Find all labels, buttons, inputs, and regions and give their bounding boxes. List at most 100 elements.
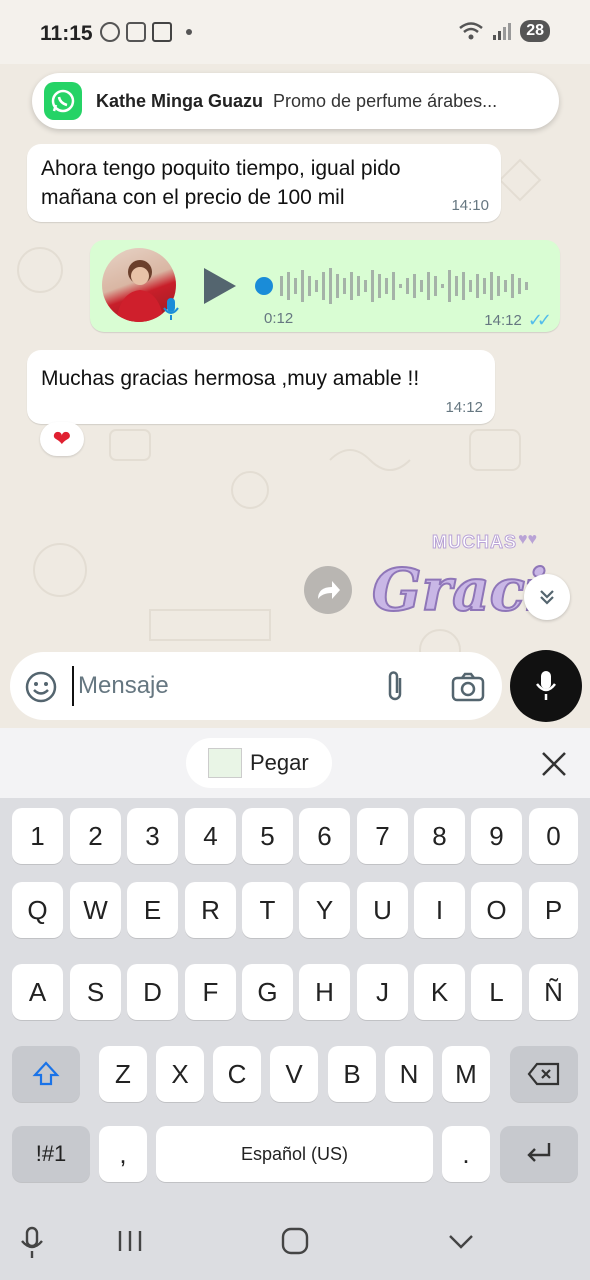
key-6[interactable]: 6	[299, 808, 350, 864]
paste-label: Pegar	[250, 750, 309, 775]
key-g[interactable]: G	[242, 964, 293, 1020]
status-time: 11:15	[40, 22, 93, 45]
key-z[interactable]: Z	[99, 1046, 147, 1102]
key-l[interactable]: L	[471, 964, 522, 1020]
voice-waveform[interactable]	[254, 266, 544, 306]
key-t[interactable]: T	[242, 882, 293, 938]
key-o[interactable]: O	[471, 882, 522, 938]
message-bubble-incoming[interactable]: Ahora tengo poquito tiempo, igual pido m…	[27, 144, 501, 222]
shift-key[interactable]	[12, 1046, 80, 1102]
close-icon[interactable]	[538, 748, 570, 780]
key-3[interactable]: 3	[127, 808, 178, 864]
key-k[interactable]: K	[414, 964, 465, 1020]
sticker-emoji-icon[interactable]	[24, 670, 58, 704]
paste-button[interactable]: Pegar	[186, 738, 332, 788]
key-r[interactable]: R	[185, 882, 236, 938]
message-timestamp: 14:12	[484, 312, 522, 329]
voice-record-button[interactable]	[510, 650, 582, 722]
message-text: Muchas gracias hermosa ,muy amable !!	[41, 367, 420, 390]
shift-arrow-icon	[32, 1061, 60, 1086]
notification-banner[interactable]: Kathe Minga Guazu Promo de perfume árabe…	[32, 73, 559, 129]
double-chevron-down-icon	[540, 590, 554, 605]
key-u[interactable]: U	[357, 882, 408, 938]
notification-sender: Kathe Minga Guazu	[96, 90, 264, 111]
message-input[interactable]	[72, 666, 362, 706]
mic-badge-icon	[163, 298, 179, 320]
message-timestamp: 14:10	[451, 197, 489, 214]
key-y[interactable]: Y	[299, 882, 350, 938]
key-d[interactable]: D	[127, 964, 178, 1020]
microphone-icon	[536, 671, 556, 700]
camera-icon[interactable]	[450, 670, 486, 704]
message-timestamp: 14:12	[445, 399, 483, 416]
sticker-text-line1: MUCHAS	[432, 532, 517, 552]
system-nav-bar	[0, 1198, 590, 1280]
key-c[interactable]: C	[213, 1046, 261, 1102]
forward-button[interactable]	[304, 566, 352, 614]
forward-arrow-icon	[318, 581, 340, 599]
period-key[interactable]: .	[442, 1126, 490, 1182]
key-m[interactable]: M	[442, 1046, 490, 1102]
voice-duration: 0:12	[264, 310, 294, 327]
key-n[interactable]: N	[385, 1046, 433, 1102]
paperclip-icon[interactable]	[380, 670, 410, 704]
key-b[interactable]: B	[328, 1046, 376, 1102]
key-p[interactable]: P	[529, 882, 578, 938]
recent-apps-icon[interactable]	[116, 1226, 144, 1256]
play-icon[interactable]	[204, 268, 236, 304]
backspace-key[interactable]	[510, 1046, 578, 1102]
notification-preview: Promo de perfume árabes...	[273, 90, 498, 111]
sticker-hearts-icon: ♥♥	[518, 531, 537, 548]
chat-area[interactable]: Ahora tengo poquito tiempo, igual pido m…	[0, 130, 590, 660]
key-w[interactable]: W	[70, 882, 121, 938]
key-h[interactable]: H	[299, 964, 350, 1020]
key-a[interactable]: A	[12, 964, 63, 1020]
voice-message-bubble[interactable]: 0:12 14:12 ✓✓	[90, 240, 560, 332]
battery-indicator: 28	[520, 20, 550, 42]
key-e[interactable]: E	[127, 882, 178, 938]
key-f[interactable]: F	[185, 964, 236, 1020]
signal-icon	[493, 23, 512, 40]
key-9[interactable]: 9	[471, 808, 522, 864]
key-q[interactable]: Q	[12, 882, 63, 938]
key-2[interactable]: 2	[70, 808, 121, 864]
key-4[interactable]: 4	[185, 808, 236, 864]
key-j[interactable]: J	[357, 964, 408, 1020]
keyboard-mic-icon[interactable]	[18, 1226, 46, 1260]
status-notification-icons	[100, 22, 192, 42]
status-system-icons: 28	[458, 20, 550, 42]
scroll-to-bottom-button[interactable]	[524, 574, 570, 620]
symbols-key[interactable]: !#1	[12, 1126, 90, 1182]
voice-time-status: 14:12 ✓✓	[484, 310, 552, 331]
message-bubble-incoming[interactable]: Muchas gracias hermosa ,muy amable !! 14…	[27, 350, 495, 424]
comma-key[interactable]: ,	[99, 1126, 147, 1182]
space-key[interactable]: Español (US)	[156, 1126, 433, 1182]
key-0[interactable]: 0	[529, 808, 578, 864]
key-i[interactable]: I	[414, 882, 465, 938]
home-icon[interactable]	[280, 1226, 310, 1256]
dot-icon	[186, 29, 192, 35]
keyboard-suggestion-bar: Pegar	[0, 728, 590, 798]
message-composer	[10, 652, 502, 720]
enter-icon	[527, 1143, 551, 1162]
key-7[interactable]: 7	[357, 808, 408, 864]
key-8[interactable]: 8	[414, 808, 465, 864]
key-x[interactable]: X	[156, 1046, 204, 1102]
read-ticks-icon: ✓✓	[527, 310, 552, 330]
keyboard: 1 2 3 4 5 6 7 8 9 0 Q W E R T Y U I O P …	[0, 798, 590, 1198]
status-bar: 11:15 28	[0, 0, 590, 64]
clipboard-thumbnail	[208, 748, 242, 778]
key-1[interactable]: 1	[12, 808, 63, 864]
message-text-line: mañana con el precio de 100 mil	[41, 186, 345, 209]
heart-reaction[interactable]: ❤	[40, 422, 84, 456]
key-n-tilde[interactable]: Ñ	[529, 964, 578, 1020]
key-s[interactable]: S	[70, 964, 121, 1020]
key-5[interactable]: 5	[242, 808, 293, 864]
whatsapp-status-icon	[100, 22, 120, 42]
back-chevron-icon[interactable]	[446, 1226, 476, 1256]
wifi-icon	[459, 22, 483, 40]
screenshot-icon	[126, 22, 146, 42]
whatsapp-icon	[44, 82, 82, 120]
key-v[interactable]: V	[270, 1046, 318, 1102]
enter-key[interactable]	[500, 1126, 578, 1182]
